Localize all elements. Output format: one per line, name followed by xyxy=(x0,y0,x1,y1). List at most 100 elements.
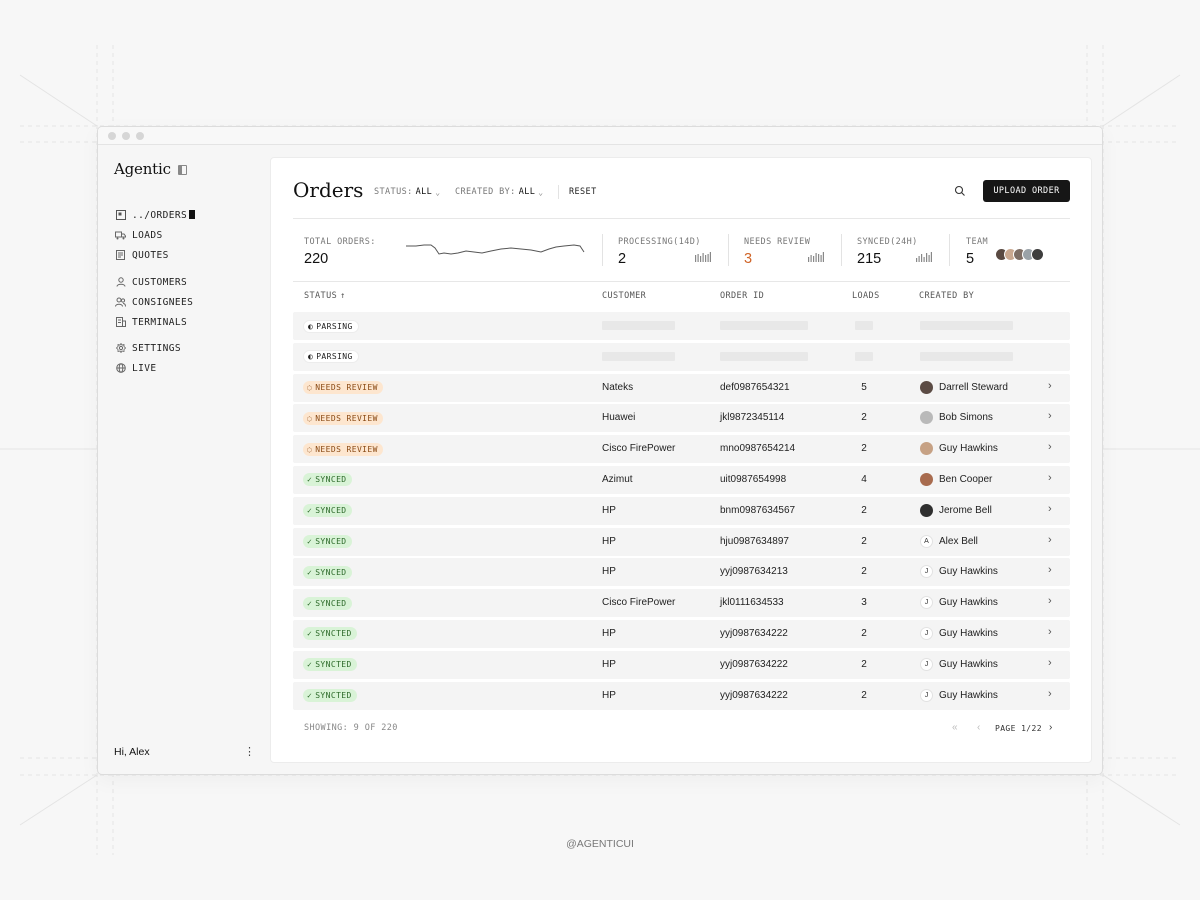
column-header-customer[interactable]: CUSTOMER xyxy=(602,291,646,301)
created-by-filter[interactable]: CREATED BY: ALL ⌄ xyxy=(455,187,543,197)
truck-icon xyxy=(115,230,126,241)
created-by-cell: Ben Cooper xyxy=(939,473,993,485)
order-id-cell: bnm0987634567 xyxy=(720,504,796,516)
status-badge: ◐ PARSING xyxy=(303,319,359,333)
nav-tertiary: SETTINGS LIVE xyxy=(115,338,265,378)
sidebar-item-quotes[interactable]: QUOTES xyxy=(115,245,265,265)
sidebar-item-loads[interactable]: LOADS xyxy=(115,225,265,245)
skeleton-placeholder xyxy=(602,321,675,330)
order-id-cell: uit0987654998 xyxy=(720,473,787,485)
chevron-right-icon[interactable]: › xyxy=(1048,534,1052,546)
status-badge: ✓ SYNCTED xyxy=(303,627,357,641)
table-row[interactable]: ◌ NEEDS REVIEW Cisco FirePower mno098765421… xyxy=(293,435,1070,464)
chevron-right-icon[interactable]: › xyxy=(1048,595,1052,607)
status-badge-label: SYNCTED xyxy=(315,691,352,701)
chevron-right-icon[interactable]: › xyxy=(1048,688,1052,700)
chevron-right-icon[interactable]: › xyxy=(1048,626,1052,638)
customer-cell: Cisco FirePower xyxy=(602,597,676,609)
created-by-cell: Guy Hawkins xyxy=(939,658,998,670)
created-by-cell: Guy Hawkins xyxy=(939,689,998,701)
page-indicator: PAGE 1/22 xyxy=(995,724,1042,733)
table-row[interactable]: ✓ SYNCTED HP yyj0987634222 2 J Guy Hawkins › xyxy=(293,681,1070,710)
table-row[interactable]: ✓ SYNCED HP yyj0987634213 2 J Guy Hawkins › xyxy=(293,558,1070,587)
column-header-created-by[interactable]: CREATED BY xyxy=(919,291,974,301)
chevron-right-icon[interactable]: › xyxy=(1048,564,1052,576)
created-by-cell: Bob Simons xyxy=(939,412,993,424)
status-filter[interactable]: STATUS: ALL ⌄ xyxy=(374,187,440,197)
app-logo: Agentic xyxy=(114,160,171,178)
table-row[interactable]: ✓ SYNCTED HP yyj0987634222 2 J Guy Hawkins › xyxy=(293,650,1070,679)
window-dot-icon[interactable] xyxy=(108,132,116,140)
chevron-right-icon[interactable]: › xyxy=(1048,441,1052,453)
customer-cell: HP xyxy=(602,566,616,578)
window-dot-icon[interactable] xyxy=(136,132,144,140)
sidebar-item-live[interactable]: LIVE xyxy=(115,358,265,378)
avatar: J xyxy=(920,626,933,640)
upload-order-button[interactable]: UPLOAD ORDER xyxy=(983,180,1070,202)
document-icon xyxy=(115,250,126,261)
first-page-icon[interactable]: « xyxy=(952,722,958,733)
sidebar-item-terminals[interactable]: TERMINALS xyxy=(115,312,265,332)
table-row[interactable]: ✓ SYNCED Cisco FirePower jkl0111634533 3 J Guy… xyxy=(293,589,1070,618)
user-icon xyxy=(115,277,126,288)
table-row[interactable]: ✓ SYNCTED HP yyj0987634222 2 J Guy Hawkins › xyxy=(293,619,1070,648)
chevron-right-icon[interactable]: › xyxy=(1048,472,1052,484)
status-badge-label: SYNCTED xyxy=(315,660,352,670)
created-by-cell: Guy Hawkins xyxy=(939,597,998,609)
prev-page-icon[interactable]: ‹ xyxy=(977,722,980,733)
next-page-icon[interactable]: › xyxy=(1049,722,1052,733)
status-badge: ✓ SYNCED xyxy=(303,473,352,487)
check-icon: ✓ xyxy=(307,567,313,577)
processing-value: 2 xyxy=(618,251,627,267)
column-header-status[interactable]: STATUS ↑ xyxy=(304,291,346,301)
sidebar-item-consignees[interactable]: CONSIGNEES xyxy=(115,292,265,312)
customer-cell: HP xyxy=(602,535,616,547)
avatar xyxy=(920,411,933,425)
table-row[interactable]: ◐ PARSING xyxy=(293,312,1070,340)
table-row[interactable]: ◌ NEEDS REVIEW Nateks def0987654321 5 Darrell… xyxy=(293,373,1070,402)
sidebar-item-customers[interactable]: CUSTOMERS xyxy=(115,272,265,292)
customer-cell: Azimut xyxy=(602,473,633,485)
text-cursor xyxy=(189,209,196,219)
loads-cell: 4 xyxy=(861,473,867,485)
table-row[interactable]: ✓ SYNCED HP hju0987634897 2 A Alex Bell › xyxy=(293,527,1070,556)
half-circle-icon: ◐ xyxy=(308,352,314,362)
team-avatars[interactable] xyxy=(995,248,1044,261)
synced-value: 215 xyxy=(857,251,882,267)
more-options-icon[interactable]: ⋮ xyxy=(244,746,255,758)
reset-button[interactable]: RESET xyxy=(569,187,597,197)
status-badge: ◌ NEEDS REVIEW xyxy=(303,381,383,395)
chevron-right-icon[interactable]: › xyxy=(1048,657,1052,669)
status-badge: ◐ PARSING xyxy=(303,350,359,364)
created-by-cell: Guy Hawkins xyxy=(939,627,998,639)
chevron-right-icon[interactable]: › xyxy=(1048,380,1052,392)
processing-bars-icon xyxy=(695,252,711,262)
orders-sparkline xyxy=(406,244,585,255)
search-icon[interactable] xyxy=(954,184,968,198)
status-badge-label: SYNCED xyxy=(315,506,347,516)
sidebar-item-label: CONSIGNEES xyxy=(132,296,194,308)
customer-cell: HP xyxy=(602,504,616,516)
column-header-order-id[interactable]: ORDER ID xyxy=(720,291,764,301)
app-window: Agentic ../ORDERS LOADS QUOTES CUSTOMERS… xyxy=(97,126,1103,775)
loads-cell: 2 xyxy=(861,627,867,639)
skeleton-placeholder xyxy=(602,351,675,361)
table-row[interactable]: ◌ NEEDS REVIEW Huawei jkl9872345114 2 Bob Sim… xyxy=(293,404,1070,433)
sidebar-item-settings[interactable]: SETTINGS xyxy=(115,338,265,358)
table-row[interactable]: ◐ PARSING xyxy=(293,342,1070,371)
chevron-right-icon[interactable]: › xyxy=(1048,410,1052,422)
table-row[interactable]: ✓ SYNCED HP bnm0987634567 2 Jerome Bell › xyxy=(293,496,1070,525)
column-header-loads[interactable]: LOADS xyxy=(852,291,880,301)
sidebar-item-orders[interactable]: ../ORDERS xyxy=(115,205,265,225)
table-row[interactable]: ✓ SYNCED Azimut uit0987654998 4 Ben Cooper › xyxy=(293,465,1070,494)
chevron-right-icon[interactable]: › xyxy=(1048,503,1052,515)
customer-cell: Cisco FirePower xyxy=(602,443,676,455)
sidebar-collapse-icon[interactable] xyxy=(178,165,187,175)
avatar: A xyxy=(920,534,933,548)
needs-review-value: 3 xyxy=(744,251,753,267)
check-icon: ✓ xyxy=(307,629,313,639)
window-dot-icon[interactable] xyxy=(122,132,130,140)
status-badge-label: NEEDS REVIEW xyxy=(315,413,378,423)
created-by-cell: Jerome Bell xyxy=(939,504,992,516)
sidebar: Agentic ../ORDERS LOADS QUOTES CUSTOMERS… xyxy=(98,146,270,774)
